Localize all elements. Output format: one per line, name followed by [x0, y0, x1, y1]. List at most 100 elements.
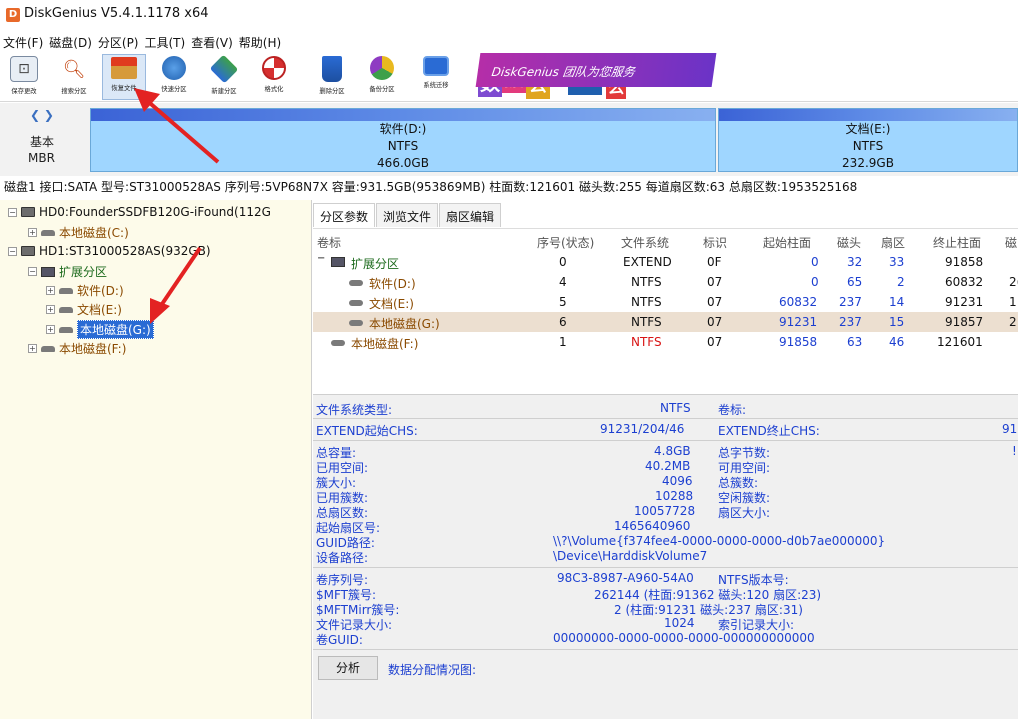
detail-value: 91231/204/46	[600, 422, 685, 436]
expand-icon[interactable]: +	[28, 344, 37, 353]
detail-value: 98C3-8987-A960-54A0	[557, 571, 694, 585]
collapse-icon[interactable]: −	[28, 267, 37, 276]
row-seq: 6	[559, 315, 567, 329]
collapse-icon[interactable]: −	[8, 207, 17, 217]
delete-icon	[322, 56, 342, 82]
app-logo-icon: D	[6, 8, 20, 22]
table-row[interactable]: 文档(E:) 5 NTFS 07 60832 237 14 91231 1!	[313, 292, 1018, 312]
column-header[interactable]: 磁	[1005, 234, 1017, 251]
tree-node-d[interactable]: + 软件(D:)	[46, 282, 124, 299]
tree-node-label: 本地磁盘(C:)	[59, 226, 129, 240]
promo-banner[interactable]: 数 据 丢 失 怎 么 办 DiskGenius 团队为您服务	[475, 53, 918, 101]
expand-icon[interactable]: +	[46, 286, 55, 295]
tree-node-c[interactable]: + 本地磁盘(C:)	[28, 224, 129, 241]
backup-icon	[370, 56, 394, 80]
table-row-selected[interactable]: 本地磁盘(G:) 6 NTFS 07 91231 237 15 91857 2	[313, 312, 1018, 332]
search-partition-button[interactable]: 🔍︎ 搜索分区	[52, 54, 96, 100]
row-head: 65	[847, 275, 863, 289]
column-header[interactable]: 扇区	[881, 234, 905, 251]
delete-partition-button[interactable]: 删除分区	[310, 54, 354, 100]
column-header[interactable]: 标识	[703, 234, 727, 251]
row-fs: EXTEND	[623, 255, 672, 269]
tab-partition-params[interactable]: 分区参数	[313, 203, 376, 227]
search-icon: 🔍︎	[62, 58, 86, 80]
table-row[interactable]: 软件(D:) 4 NTFS 07 0 65 2 60832 2(	[313, 272, 1018, 292]
menu-bar: 文件(F) 磁盘(D) 分区(P) 工具(T) 查看(V) 帮助(H)	[0, 31, 1018, 51]
partition-block-e[interactable]: 文档(E:) NTFS 232.9GB	[718, 108, 1018, 172]
row-fs: NTFS	[631, 335, 662, 349]
system-migrate-button[interactable]: 系统迁移	[414, 54, 458, 100]
collapse-icon[interactable]: −	[317, 253, 325, 264]
tree-node-g[interactable]: + 本地磁盘(G:)	[46, 320, 154, 339]
disk-nav-arrows-icon[interactable]: ❮ ❯	[30, 108, 54, 122]
banner-slogan: DiskGenius 团队为您服务	[475, 53, 717, 87]
volume-icon	[349, 280, 363, 286]
menu-partition[interactable]: 分区(P)	[95, 31, 142, 51]
save-changes-button[interactable]: ⊡ 保存更改	[2, 54, 46, 100]
detail-value: 00000000-0000-0000-0000-000000000000	[553, 631, 815, 645]
tree-node-e[interactable]: + 文档(E:)	[46, 301, 122, 318]
disk-info-line: 磁盘1 接口:SATA 型号:ST31000528AS 序列号:5VP68N7X…	[4, 180, 858, 194]
row-extra: 2	[1009, 315, 1017, 329]
detail-value: !	[1012, 444, 1017, 458]
partition-size: 232.9GB	[842, 156, 894, 170]
expand-icon[interactable]: +	[46, 325, 55, 334]
detail-label: EXTEND终止CHS:	[718, 424, 820, 438]
tree-node-extended[interactable]: − 扩展分区	[28, 263, 107, 280]
detail-label: 设备路径:	[316, 551, 369, 565]
analyze-button[interactable]: 分析	[318, 656, 378, 680]
row-seq: 4	[559, 275, 567, 289]
tree-node-label: 软件(D:)	[77, 284, 124, 298]
toolbar-label: 保存更改	[11, 87, 37, 95]
row-sector: 46	[889, 335, 905, 349]
tree-node-label: 本地磁盘(F:)	[59, 342, 127, 356]
column-header[interactable]: 起始柱面	[763, 234, 811, 251]
migrate-icon	[423, 56, 449, 76]
row-label: 文档(E:)	[369, 297, 414, 311]
backup-partition-button[interactable]: 备份分区	[360, 54, 404, 100]
column-header[interactable]: 磁头	[837, 234, 861, 251]
row-start: 91231	[779, 315, 818, 329]
table-row[interactable]: − 扩展分区 0 EXTEND 0F 0 32 33 91858	[313, 252, 1018, 272]
tab-bar: 分区参数 浏览文件 扇区编辑	[313, 203, 502, 227]
volume-icon	[349, 320, 363, 326]
row-extra: 2(	[1009, 275, 1018, 289]
detail-value: 4096	[662, 474, 693, 488]
row-end: 60832	[945, 275, 984, 289]
tree-node-hd0[interactable]: − HD0:FounderSSDFB120G-iFound(112G	[8, 205, 271, 219]
table-header-row: 卷标 序号(状态) 文件系统 标识 起始柱面 磁头 扇区 终止柱面 磁	[313, 231, 1018, 251]
extended-partition-icon	[41, 266, 55, 277]
table-row[interactable]: 本地磁盘(F:) 1 NTFS 07 91858 63 46 121601	[313, 332, 1018, 352]
expand-icon[interactable]: +	[46, 305, 55, 314]
column-header[interactable]: 文件系统	[621, 234, 669, 251]
menu-disk[interactable]: 磁盘(D)	[46, 31, 95, 51]
detail-value: 1024	[664, 616, 695, 630]
column-header[interactable]: 终止柱面	[933, 234, 981, 251]
expand-icon[interactable]: +	[28, 228, 37, 237]
row-id: 07	[707, 335, 723, 349]
partition-fs: NTFS	[852, 139, 884, 153]
toolbar-label: 系统迁移	[423, 81, 449, 89]
tab-browse-files[interactable]: 浏览文件	[376, 203, 439, 227]
menu-tools[interactable]: 工具(T)	[142, 31, 189, 51]
tree-node-f[interactable]: + 本地磁盘(F:)	[28, 340, 126, 357]
column-header[interactable]: 序号(状态)	[537, 234, 594, 251]
menu-file[interactable]: 文件(F)	[0, 31, 46, 51]
menu-help[interactable]: 帮助(H)	[236, 31, 284, 51]
partition-style-label: MBR	[28, 151, 55, 165]
tab-sector-edit[interactable]: 扇区编辑	[439, 203, 502, 227]
annotation-arrow-icon	[150, 246, 202, 324]
toolbar-label: 删除分区	[319, 87, 345, 95]
format-button[interactable]: 格式化	[252, 54, 296, 100]
volume-icon	[331, 340, 345, 346]
column-header[interactable]: 卷标	[317, 234, 341, 251]
row-fs: NTFS	[631, 275, 662, 289]
detail-label: 扇区大小:	[718, 506, 771, 520]
quick-partition-icon	[162, 56, 186, 80]
collapse-icon[interactable]: −	[8, 246, 17, 256]
volume-icon	[59, 306, 73, 313]
menu-view[interactable]: 查看(V)	[188, 31, 236, 51]
volume-icon	[59, 287, 73, 294]
format-icon	[262, 56, 286, 80]
row-id: 07	[707, 295, 723, 309]
